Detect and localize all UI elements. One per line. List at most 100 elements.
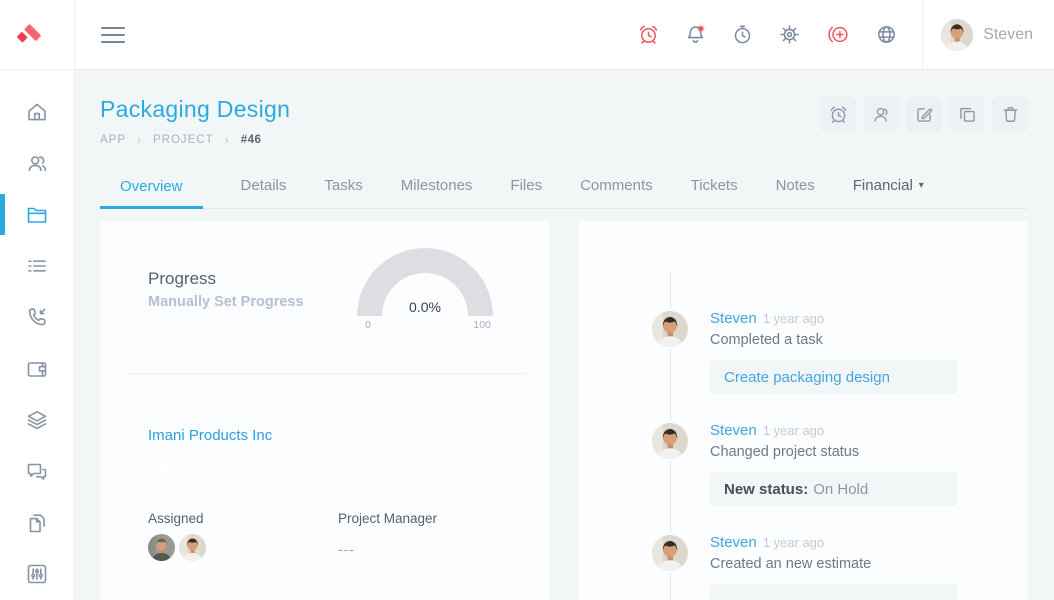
gauge-min-label: 0 bbox=[365, 319, 371, 331]
breadcrumb-app[interactable]: APP bbox=[100, 134, 126, 146]
user-icon bbox=[874, 107, 888, 122]
tab-comments[interactable]: Comments bbox=[580, 167, 653, 208]
assign-user-button[interactable] bbox=[863, 96, 899, 132]
edit-button[interactable] bbox=[906, 96, 942, 132]
progress-subtitle: Manually Set Progress bbox=[148, 294, 304, 310]
assigned-avatar[interactable] bbox=[179, 534, 206, 561]
page-header: Packaging Design APP › PROJECT › #46 bbox=[100, 96, 1028, 147]
activity-action: Created an new estimate bbox=[710, 556, 872, 572]
sidebar-item-projects[interactable] bbox=[0, 189, 74, 240]
alarm-clock-button[interactable] bbox=[637, 23, 660, 46]
timeline-item: Steven 1 year ago Changed project status … bbox=[578, 421, 1028, 506]
sidebar-item-home[interactable] bbox=[0, 86, 74, 137]
customer-avatar[interactable] bbox=[148, 455, 178, 485]
assigned-label: Assigned bbox=[148, 511, 204, 526]
timeline-item: Steven 1 year ago Created an new estimate bbox=[578, 533, 1028, 600]
alarm-clock-icon bbox=[640, 25, 658, 44]
sidebar-item-calls[interactable] bbox=[0, 292, 74, 343]
app-logo[interactable] bbox=[0, 0, 75, 70]
breadcrumb: APP › PROJECT › #46 bbox=[100, 133, 290, 147]
activity-avatar[interactable] bbox=[650, 421, 690, 461]
tab-tasks[interactable]: Tasks bbox=[324, 167, 362, 208]
assigned-avatar[interactable] bbox=[148, 534, 175, 561]
sidebar bbox=[0, 70, 75, 600]
gauge-arc: 0.0% bbox=[357, 248, 493, 316]
duplicate-button[interactable] bbox=[949, 96, 985, 132]
chevron-down-icon: ▾ bbox=[918, 180, 924, 191]
topbar-icon-group bbox=[637, 23, 922, 46]
activity-card: Steven 1 year ago Completed a task Create… bbox=[578, 221, 1028, 600]
breadcrumb-project[interactable]: PROJECT bbox=[153, 134, 214, 146]
activity-detail-box bbox=[710, 584, 957, 600]
users-icon bbox=[28, 156, 47, 172]
activity-action: Completed a task bbox=[710, 332, 823, 348]
stopwatch-icon bbox=[734, 25, 751, 44]
add-circle-icon bbox=[828, 26, 848, 43]
tab-bar: Overview Details Tasks Milestones Files … bbox=[100, 167, 1028, 209]
assigned-avatars bbox=[148, 534, 338, 561]
activity-timeline: Steven 1 year ago Completed a task Create… bbox=[578, 221, 1028, 600]
activity-user-link[interactable]: Steven bbox=[710, 310, 757, 327]
sidebar-item-layers[interactable] bbox=[0, 394, 74, 445]
sidebar-item-messages[interactable] bbox=[0, 446, 74, 497]
gauge-value: 0.0% bbox=[409, 299, 441, 315]
tab-notes[interactable]: Notes bbox=[776, 167, 815, 208]
notifications-button[interactable] bbox=[684, 23, 707, 46]
status-label: New status: bbox=[724, 480, 809, 498]
documents-icon bbox=[29, 514, 45, 533]
activity-timestamp: 1 year ago bbox=[762, 423, 825, 438]
activity-action: Changed project status bbox=[710, 444, 860, 460]
timer-button[interactable] bbox=[731, 23, 754, 46]
activity-status-box: New status: On Hold bbox=[710, 472, 957, 506]
activity-timestamp: 1 year ago bbox=[762, 535, 825, 550]
layers-icon bbox=[27, 411, 47, 430]
activity-user-link[interactable]: Steven bbox=[710, 422, 757, 439]
alarm-clock-icon bbox=[830, 106, 846, 123]
customer-link[interactable]: Imani Products Inc bbox=[148, 427, 272, 444]
activity-avatar[interactable] bbox=[650, 533, 690, 573]
edit-icon bbox=[916, 107, 932, 122]
user-avatar[interactable] bbox=[941, 19, 973, 51]
language-button[interactable] bbox=[875, 23, 898, 46]
home-icon bbox=[28, 103, 46, 121]
timeline-item: Steven 1 year ago Completed a task Create… bbox=[578, 309, 1028, 394]
globe-icon bbox=[878, 26, 896, 43]
reminder-button[interactable] bbox=[820, 96, 856, 132]
activity-task-link[interactable]: Create packaging design bbox=[710, 360, 957, 394]
tab-overview[interactable]: Overview bbox=[100, 168, 203, 209]
delete-button[interactable] bbox=[992, 96, 1028, 132]
main-content: Packaging Design APP › PROJECT › #46 Ove… bbox=[75, 70, 1054, 600]
gear-icon bbox=[780, 25, 799, 44]
app-screen: Steven Packaging Design APP › PROJECT › … bbox=[0, 0, 1054, 600]
tab-details[interactable]: Details bbox=[241, 167, 287, 208]
chat-bubbles-icon bbox=[27, 463, 47, 480]
sidebar-item-documents[interactable] bbox=[0, 497, 74, 548]
progress-title: Progress bbox=[148, 269, 217, 288]
tab-milestones[interactable]: Milestones bbox=[401, 167, 473, 208]
tab-files[interactable]: Files bbox=[510, 167, 542, 208]
activity-avatar[interactable] bbox=[650, 309, 690, 349]
sidebar-item-lists[interactable] bbox=[0, 240, 74, 291]
divider bbox=[125, 373, 525, 374]
gauge-axis-labels: 0 100 bbox=[357, 316, 493, 331]
hamburger-menu-button[interactable] bbox=[97, 23, 129, 47]
settings-button[interactable] bbox=[778, 23, 801, 46]
breadcrumb-separator: › bbox=[137, 133, 143, 147]
quick-add-button[interactable] bbox=[825, 23, 851, 46]
activity-timestamp: 1 year ago bbox=[762, 311, 825, 326]
sidebar-item-contacts[interactable] bbox=[0, 137, 74, 188]
activity-user-link[interactable]: Steven bbox=[710, 534, 757, 551]
user-name: Steven bbox=[983, 25, 1033, 43]
wallet-icon bbox=[27, 361, 47, 377]
sidebar-item-filters[interactable] bbox=[0, 549, 74, 600]
page-title: Packaging Design bbox=[100, 96, 291, 122]
tab-financial[interactable]: Financial ▾ bbox=[853, 167, 924, 208]
copy-icon bbox=[959, 107, 975, 122]
sliders-icon bbox=[27, 565, 47, 584]
user-menu[interactable]: Steven bbox=[922, 0, 1054, 70]
sidebar-item-payments[interactable] bbox=[0, 343, 74, 394]
trash-icon bbox=[1003, 106, 1017, 122]
notification-dot bbox=[698, 26, 704, 32]
tab-tickets[interactable]: Tickets bbox=[691, 167, 738, 208]
progress-card: Progress Manually Set Progress 0.0% 0 10… bbox=[100, 221, 550, 600]
